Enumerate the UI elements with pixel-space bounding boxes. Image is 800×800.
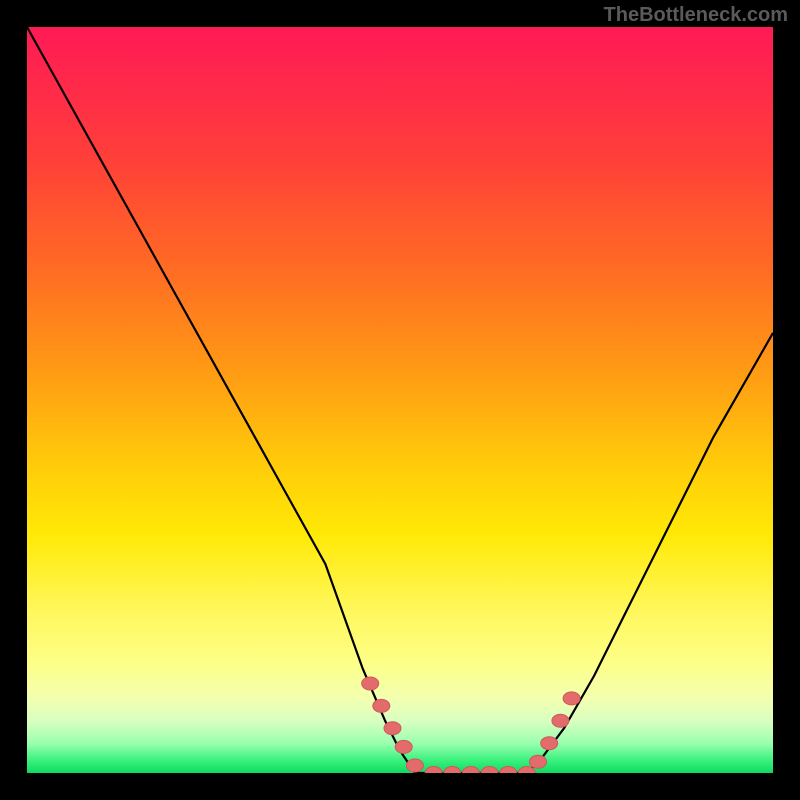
curve-marker xyxy=(541,737,558,750)
curve-marker xyxy=(500,767,517,774)
plot-area xyxy=(27,27,773,773)
curve-marker xyxy=(406,759,423,772)
curve-marker xyxy=(362,677,379,690)
chart-svg xyxy=(27,27,773,773)
curve-marker xyxy=(481,767,498,774)
curve-marker xyxy=(552,714,569,727)
curve-marker xyxy=(530,755,547,768)
attribution-text: TheBottleneck.com xyxy=(604,4,788,27)
curve-marker xyxy=(563,692,580,705)
curve-marker xyxy=(425,767,442,774)
curve-marker xyxy=(395,740,412,753)
curve-markers xyxy=(362,677,580,773)
curve-marker xyxy=(373,699,390,712)
curve-marker xyxy=(462,767,479,774)
bottleneck-curve xyxy=(27,27,773,773)
curve-marker xyxy=(384,722,401,735)
curve-marker xyxy=(444,767,461,774)
